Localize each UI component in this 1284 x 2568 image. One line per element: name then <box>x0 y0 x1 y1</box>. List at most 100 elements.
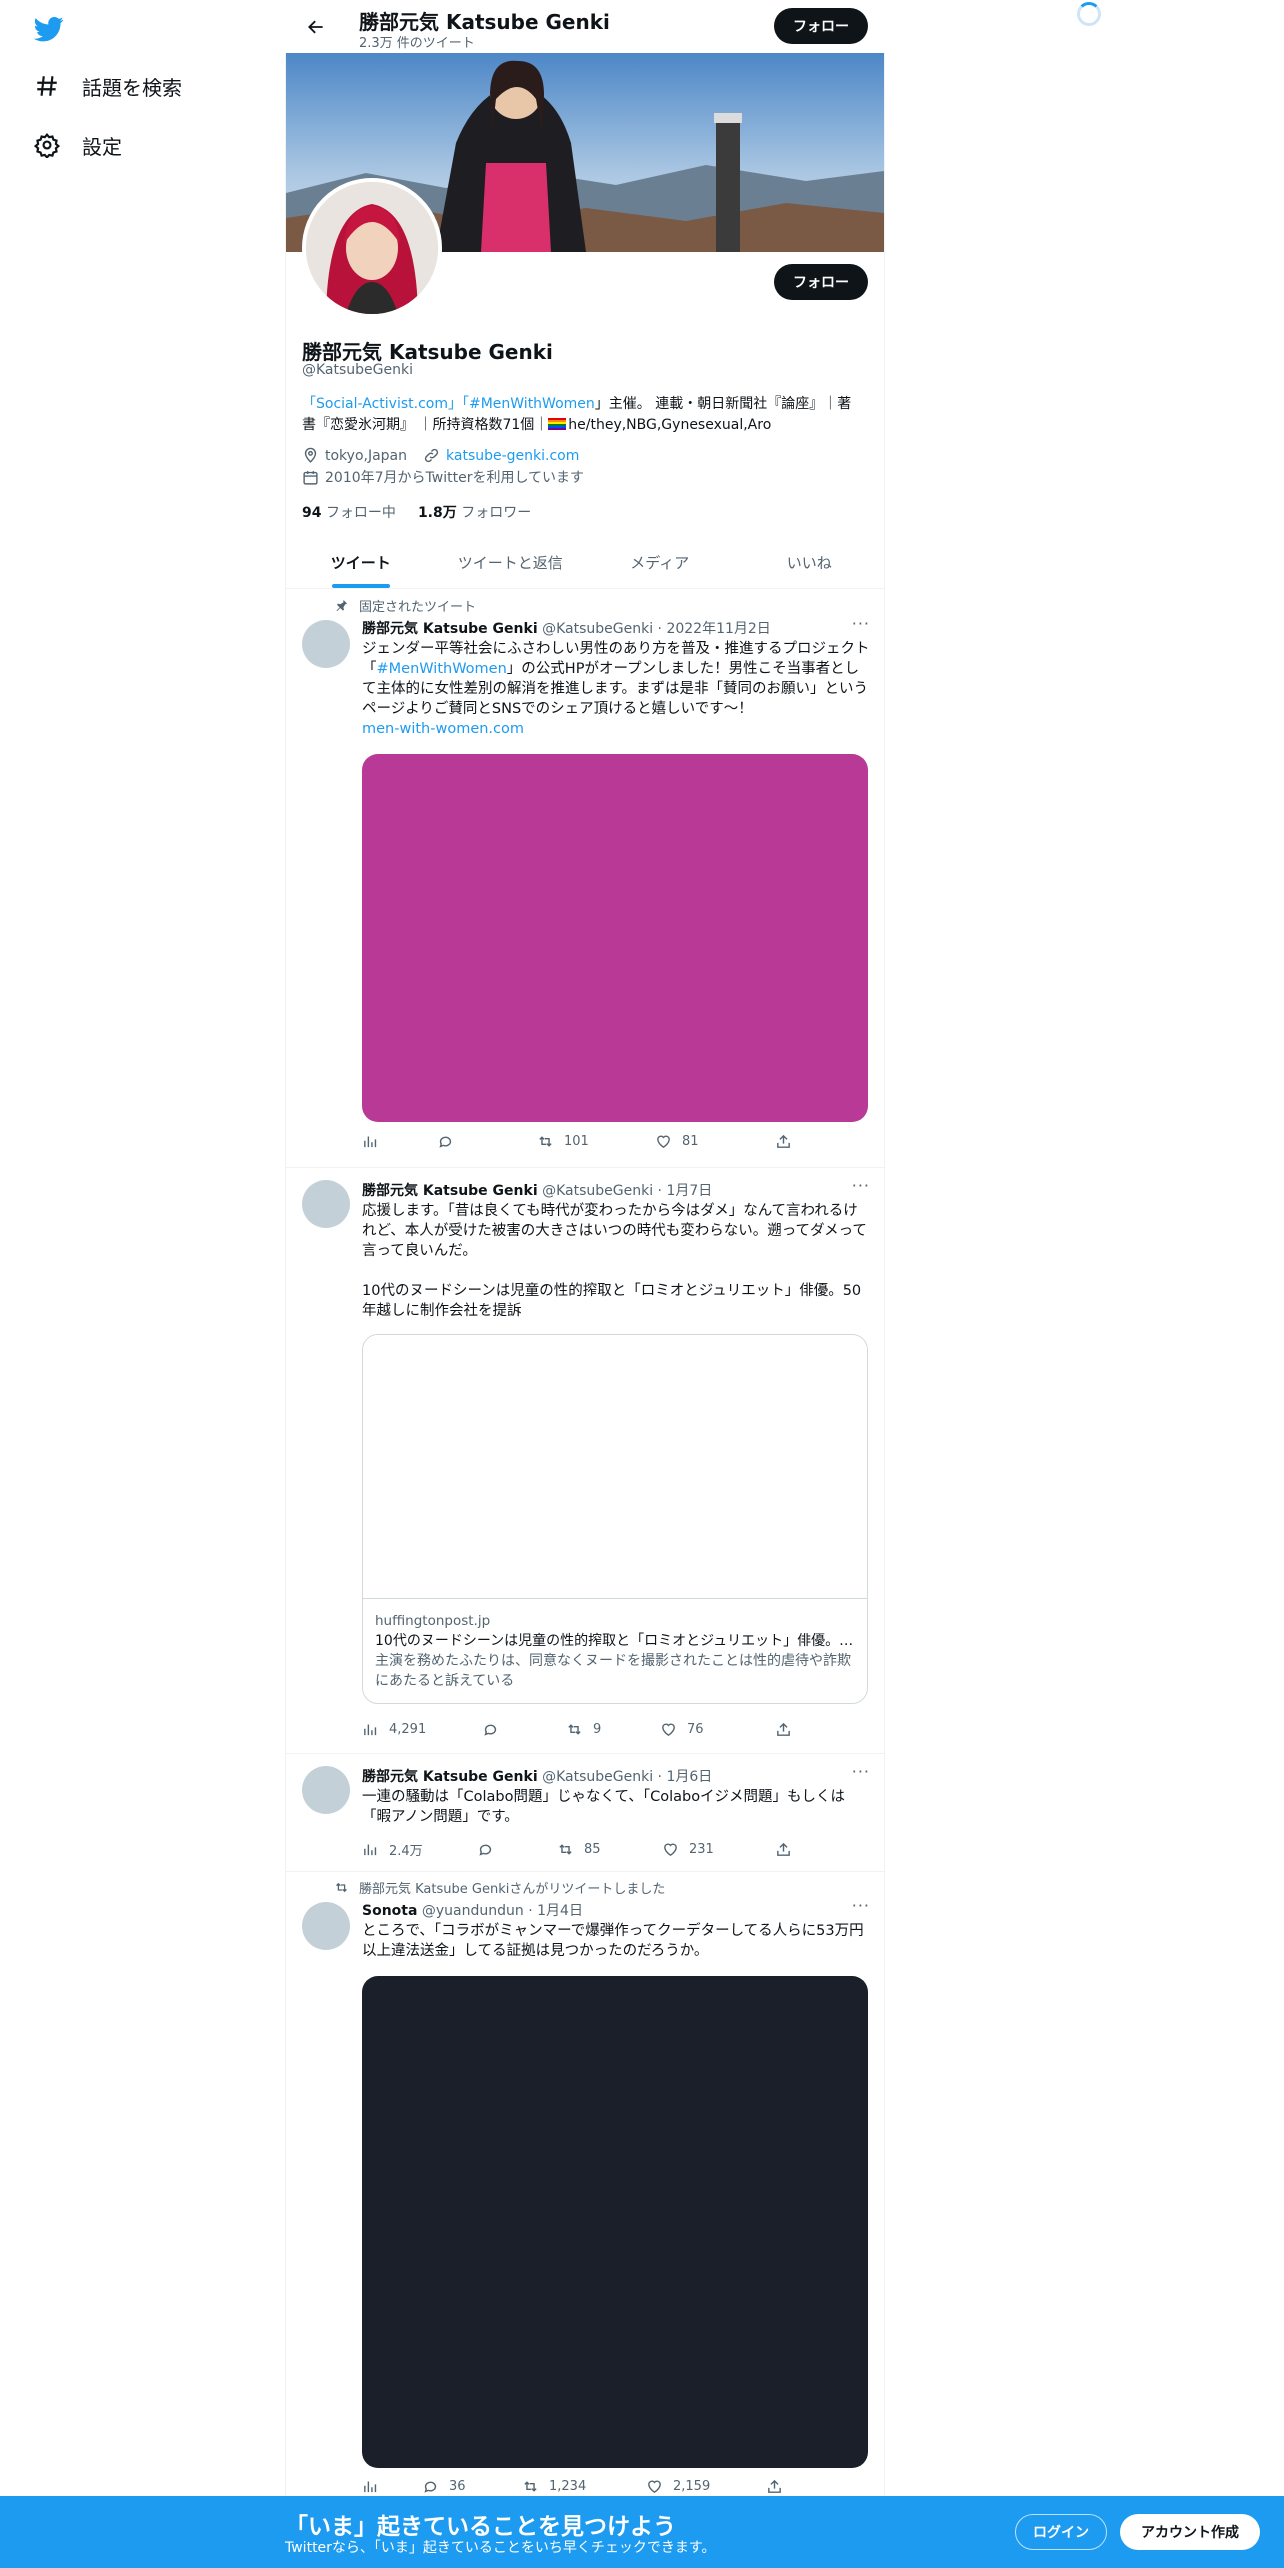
tweet-author-name[interactable]: 勝部元気 Katsube Genki <box>362 1183 538 1199</box>
signup-button[interactable]: アカウント作成 <box>1120 2514 1260 2550</box>
sidebar-item-explore[interactable]: 話題を検索 <box>34 66 182 106</box>
like-button[interactable]: 81 <box>655 1133 775 1150</box>
share-button[interactable] <box>775 1133 792 1150</box>
more-options-icon[interactable]: ··· <box>852 1762 870 1781</box>
tab-tweets-and-replies[interactable]: ツイートと返信 <box>436 536 586 588</box>
tweet-header: 勝部元気 Katsube Genki @KatsubeGenki · 1月7日 <box>362 1180 712 1200</box>
link-preview-card[interactable]: huffingtonpost.jp 10代のヌードシーンは児童の性的搾取と「ロミ… <box>362 1334 868 1704</box>
more-options-icon[interactable]: ··· <box>852 1176 870 1195</box>
retweet-button[interactable]: 85 <box>557 1840 662 1859</box>
views-button[interactable]: 4,291 <box>362 1721 482 1738</box>
views-button[interactable] <box>362 1133 437 1150</box>
retweet-button[interactable]: 9 <box>566 1721 660 1738</box>
more-options-icon[interactable]: ··· <box>852 1896 870 1915</box>
bottom-bar-title: 「いま」起きていることを見つけよう <box>285 2514 676 2540</box>
tweet-author-handle[interactable]: @KatsubeGenki <box>542 621 653 637</box>
retweet-button[interactable]: 1,234 <box>522 2478 646 2495</box>
views-icon <box>364 1136 377 1148</box>
tab-media[interactable]: メディア <box>585 536 735 588</box>
sidebar-item-settings[interactable]: 設定 <box>34 125 122 165</box>
like-count: 81 <box>682 1134 699 1149</box>
reply-button[interactable] <box>482 1721 566 1738</box>
share-button[interactable] <box>775 1840 792 1859</box>
twitter-logo-icon[interactable] <box>32 14 66 44</box>
bio-link-social-activist[interactable]: Social-Activist.com <box>316 396 448 412</box>
tweet-header: Sonota @yuandundun · 1月4日 <box>362 1900 583 1920</box>
tweet-text: 一連の騒動は「Colabo問題」じゃなくて、「Colaboイジメ問題」もしくは「… <box>362 1789 846 1825</box>
profile-avatar[interactable] <box>302 178 442 318</box>
heart-icon <box>657 1135 670 1149</box>
tweet-text: 応援します。「昔は良くても時代が変わったから今はダメ」なんて言われるけれど、本人… <box>362 1201 870 1321</box>
like-button[interactable]: 2,159 <box>646 2478 766 2495</box>
views-button[interactable] <box>362 2478 422 2495</box>
tab-tweets[interactable]: ツイート <box>286 536 436 588</box>
retweet-label[interactable]: 勝部元気 Katsube Genkiさんがリツイートしました <box>359 1878 665 1897</box>
avatar[interactable] <box>302 620 350 668</box>
tweet-author-handle[interactable]: @KatsubeGenki <box>542 1183 653 1199</box>
arrow-left-icon <box>308 20 323 34</box>
tweet-url-link[interactable]: men-with-women.com <box>362 721 524 737</box>
tweet-pinned[interactable]: 固定されたツイート 勝部元気 Katsube Genki @KatsubeGen… <box>286 590 884 1168</box>
card-title: 10代のヌードシーンは児童の性的搾取と「ロミオとジュリエット」俳優。50年越しに… <box>375 1633 855 1649</box>
pinned-context: 固定されたツイート <box>334 596 476 615</box>
tweet-media-image[interactable] <box>362 754 868 1122</box>
tweet-text: ジェンダー平等社会にふさわしい男性のあり方を普及・推進するプロジェクト「#Men… <box>362 639 870 739</box>
avatar[interactable] <box>302 1902 350 1950</box>
retweet-count: 9 <box>593 1722 602 1737</box>
login-button[interactable]: ログイン <box>1015 2514 1107 2550</box>
retweet-button[interactable]: 101 <box>537 1133 655 1150</box>
reply-button[interactable]: 36 <box>422 2478 522 2495</box>
profile-follow-button[interactable]: フォロー <box>774 264 868 300</box>
profile-handle: @KatsubeGenki <box>302 362 414 378</box>
link-icon <box>424 448 439 463</box>
reply-button[interactable] <box>477 1840 557 1859</box>
profile-website-link[interactable]: katsube-genki.com <box>446 448 579 464</box>
following-link[interactable]: 94 フォロー中 <box>302 502 396 522</box>
tweet-hashtag-link[interactable]: #MenWithWomen <box>377 661 507 677</box>
follow-stats: 94 フォロー中 1.8万 フォロワー <box>302 502 531 522</box>
avatar-image <box>306 182 438 314</box>
tab-likes[interactable]: いいね <box>735 536 885 588</box>
profile-tabs: ツイート ツイートと返信 メディア いいね <box>286 536 884 589</box>
tweet[interactable]: 勝部元気 Katsube Genki @KatsubeGenki · 1月7日 … <box>286 1168 884 1754</box>
back-button[interactable] <box>301 12 331 42</box>
tweet-author-name[interactable]: 勝部元気 Katsube Genki <box>362 1769 538 1785</box>
tweet-date[interactable]: · 1月6日 <box>658 1769 713 1785</box>
tweet-author-handle[interactable]: @yuandundun <box>422 1903 524 1919</box>
like-button[interactable]: 231 <box>662 1840 775 1859</box>
tweet-media-image[interactable] <box>362 1976 868 2468</box>
views-button[interactable]: 2.4万 <box>362 1840 477 1859</box>
tweet-text-part: 10代のヌードシーンは児童の性的搾取と「ロミオとジュリエット」俳優。50年越しに… <box>362 1283 862 1319</box>
views-icon <box>364 1724 377 1736</box>
tweet-retweeted[interactable]: 勝部元気 Katsube Genkiさんがリツイートしました Sonota @y… <box>286 1872 884 2496</box>
tweet-actions: 4,291 9 76 <box>362 1721 792 1738</box>
like-button[interactable]: 76 <box>660 1721 775 1738</box>
tweet-header: 勝部元気 Katsube Genki @KatsubeGenki · 2022年… <box>362 618 771 638</box>
share-icon <box>777 1722 790 1736</box>
hashtag-icon <box>37 76 57 96</box>
share-button[interactable] <box>775 1721 792 1738</box>
bio-text: 」「 <box>447 396 469 412</box>
tweet-author-handle[interactable]: @KatsubeGenki <box>542 1769 653 1785</box>
views-icon <box>364 2481 377 2493</box>
tweet-author-name[interactable]: 勝部元気 Katsube Genki <box>362 621 538 637</box>
avatar[interactable] <box>302 1180 350 1228</box>
avatar[interactable] <box>302 1766 350 1814</box>
more-options-icon[interactable]: ··· <box>852 614 870 633</box>
bio-link-hashtag[interactable]: #MenWithWomen <box>469 396 595 412</box>
header-follow-button[interactable]: フォロー <box>774 8 868 44</box>
tweet-date[interactable]: · 1月7日 <box>658 1183 713 1199</box>
tweet-author-name[interactable]: Sonota <box>362 1903 417 1919</box>
retweet-icon <box>568 1724 581 1735</box>
retweet-icon <box>524 2481 537 2492</box>
share-button[interactable] <box>766 2478 783 2495</box>
calendar-icon <box>303 470 318 485</box>
followers-link[interactable]: 1.8万 フォロワー <box>418 502 531 522</box>
tweet-date[interactable]: · 1月4日 <box>528 1903 583 1919</box>
tweet[interactable]: 勝部元気 Katsube Genki @KatsubeGenki · 1月6日 … <box>286 1754 884 1872</box>
location-pin-icon <box>304 447 317 463</box>
tweet-date[interactable]: · 2022年11月2日 <box>658 621 771 637</box>
reply-count: 36 <box>449 2479 466 2494</box>
reply-button[interactable] <box>437 1133 537 1150</box>
sidebar-item-label: 話題を検索 <box>82 75 182 100</box>
